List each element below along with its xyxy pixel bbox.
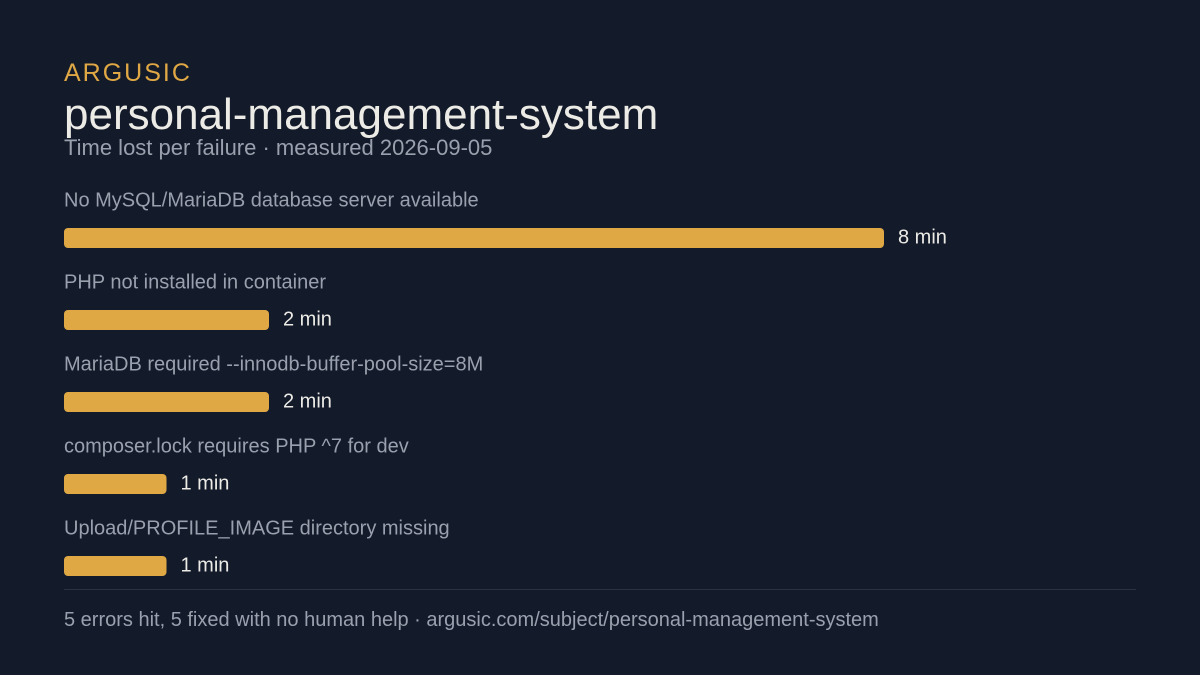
bar — [64, 310, 269, 330]
bar-category-label: composer.lock requires PHP ^7 for dev — [64, 435, 409, 457]
bar — [64, 556, 167, 576]
bar-category-label: No MySQL/MariaDB database server availab… — [64, 189, 479, 211]
bar — [64, 228, 884, 248]
bar — [64, 474, 167, 494]
footer-divider — [64, 589, 1136, 590]
bar-chart: No MySQL/MariaDB database server availab… — [64, 189, 947, 576]
bar-value-label: 1 min — [181, 472, 230, 494]
bar-value-label: 2 min — [283, 390, 332, 412]
bar-value-label: 8 min — [898, 226, 947, 248]
bar — [64, 392, 269, 412]
bar-category-label: PHP not installed in container — [64, 271, 326, 293]
chart-card: ARGUSIC personal-management-system Time … — [0, 0, 1200, 675]
bar-category-label: Upload/PROFILE_IMAGE directory missing — [64, 517, 450, 539]
footer-note: 5 errors hit, 5 fixed with no human help… — [64, 609, 879, 631]
bar-value-label: 1 min — [181, 554, 230, 576]
bar-category-label: MariaDB required --innodb-buffer-pool-si… — [64, 353, 483, 375]
bar-value-label: 2 min — [283, 308, 332, 330]
